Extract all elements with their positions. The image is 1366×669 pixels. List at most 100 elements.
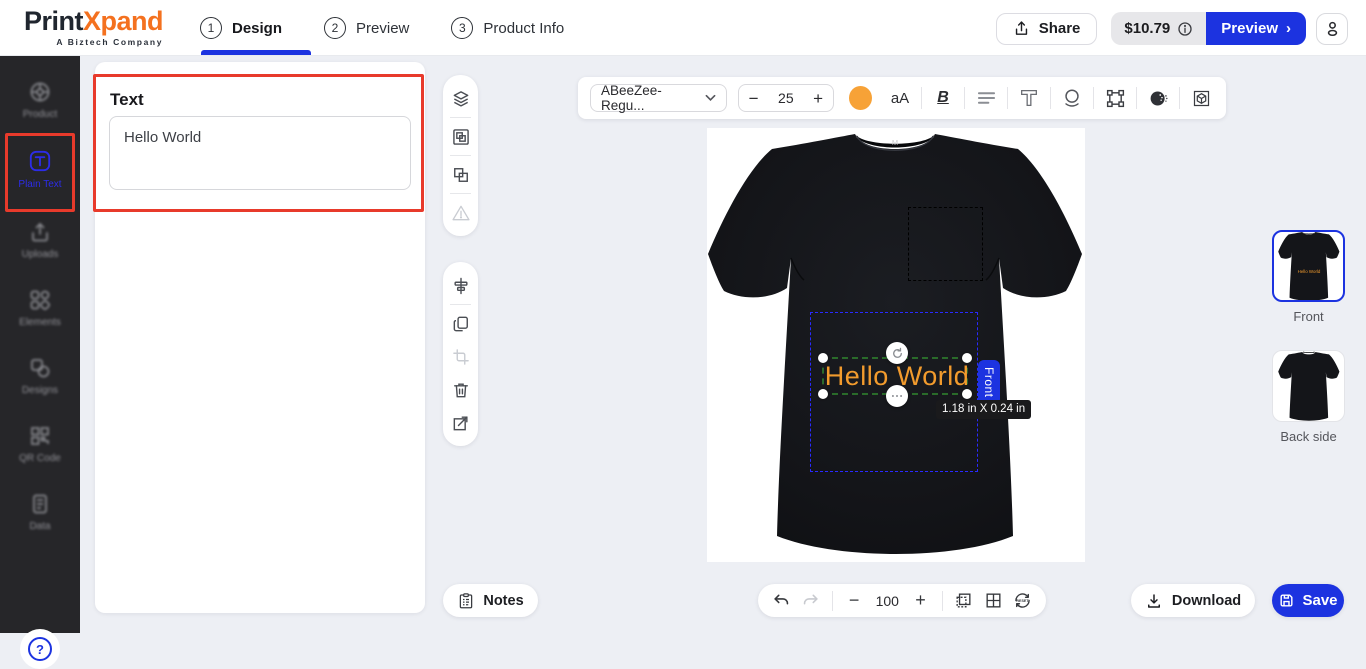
text-selection-box[interactable]: Hello World [818,342,972,407]
design-canvas[interactable]: M Front Hello World 1.18 in X 0.24 in [707,128,1085,562]
zoom-level: 100 [875,592,899,609]
text-panel: Text Hello World [95,62,425,613]
redo-button[interactable] [799,589,821,613]
designs-icon [28,356,52,380]
halftone-globe-icon [1148,88,1169,109]
back-side-thumbnail[interactable] [1272,350,1345,422]
grid-view-button[interactable] [982,589,1004,613]
sidebar-item-qr-code[interactable]: QR Code [0,424,80,464]
reset-canvas-button[interactable]: RESET [1012,589,1034,613]
copy-icon [451,314,471,334]
sidebar-item-label: Designs [21,385,59,396]
transform-button[interactable] [1102,85,1128,111]
logo-xpand: Xpand [83,6,164,36]
price-info-icon[interactable] [1177,21,1193,37]
active-step-underline [201,50,311,55]
align-center-button[interactable] [444,269,477,302]
help-button[interactable]: ? [20,629,60,669]
front-side-tab[interactable]: Front [978,360,1000,405]
undo-icon [774,594,788,605]
sidebar-item-data[interactable]: Data [0,492,80,532]
fit-to-screen-button[interactable] [953,589,975,613]
divider [921,87,922,109]
text-input[interactable]: Hello World [109,116,411,190]
step-design[interactable]: 1 Design [200,17,282,39]
ungroup-button[interactable] [444,158,477,191]
sidebar-item-product[interactable]: Product [0,80,80,120]
duplicate-button[interactable] [444,307,477,340]
divider [1179,87,1180,109]
ungroup-icon [451,165,471,185]
text-shadow-icon [1061,87,1083,109]
resize-button[interactable] [444,406,477,439]
download-button[interactable]: Download [1131,584,1255,617]
delete-button[interactable] [444,373,477,406]
resize-handle-bottom-right[interactable] [962,389,972,399]
plain-text-icon [27,148,53,174]
text-align-button[interactable] [973,85,999,111]
back-thumbnail-label: Back side [1280,429,1337,444]
price-chip: $10.79 [1111,12,1207,45]
sidebar-item-uploads[interactable]: Uploads [0,220,80,260]
share-button[interactable]: Share [995,12,1098,45]
save-button[interactable]: Save [1272,584,1344,617]
product-icon [28,80,52,104]
font-size-value: 25 [778,90,794,106]
header-actions: Share $10.79 Preview › [995,12,1348,45]
reset-icon: RESET [1015,593,1031,608]
question-icon: ? [28,637,52,661]
resize-handle-top-right[interactable] [962,353,972,363]
zoom-in-button[interactable]: + [909,589,931,613]
resize-handle-bottom-left[interactable] [818,389,828,399]
front-side-thumbnail[interactable]: Hello World [1272,230,1345,302]
texture-button[interactable] [1145,85,1171,111]
divider [450,155,471,156]
undo-button[interactable] [770,589,792,613]
thumbnail-design-text: Hello World [1297,269,1320,274]
sidebar-item-plain-text[interactable]: Plain Text [0,148,80,190]
divider [1050,87,1051,109]
step-product-info-number: 3 [451,17,474,39]
object-toolbar [443,262,478,446]
divider [831,590,833,611]
printxpand-logo: PrintXpand A Biztech Company [24,6,164,47]
bold-icon: B [937,89,949,106]
preview-button[interactable]: Preview › [1206,12,1306,45]
zoom-out-button[interactable]: − [843,589,865,613]
sidebar-item-designs[interactable]: Designs [0,356,80,396]
group-icon [451,127,471,147]
font-select[interactable]: ABeeZee-Regu... [590,83,727,113]
more-options-handle[interactable] [886,385,908,407]
account-button[interactable] [1316,12,1348,45]
layers-button[interactable] [444,82,477,115]
text-outline-button[interactable] [1016,85,1042,111]
letter-case-button[interactable]: aA [887,85,913,111]
resize-handle-top-left[interactable] [818,353,828,363]
font-size-decrease-button[interactable]: − [749,90,759,107]
pocket-print-area[interactable] [908,207,983,281]
text-color-swatch[interactable] [849,86,872,110]
3d-effect-button[interactable] [1188,85,1214,111]
notes-button[interactable]: Notes [443,584,538,617]
crop-button [444,340,477,373]
sidebar-item-label: Uploads [21,249,59,260]
sidebar-item-elements[interactable]: Elements [0,288,80,328]
bold-button[interactable]: B [930,85,956,111]
font-size-increase-button[interactable]: + [813,90,823,107]
redo-icon [803,594,818,605]
rotate-handle[interactable] [886,342,908,364]
transform-icon [1105,88,1126,109]
resize-icon [451,413,471,433]
share-icon [1013,20,1030,37]
text-panel-title: Text [110,90,144,109]
front-thumbnail-image: Hello World [1277,232,1339,300]
divider [941,590,943,611]
save-label: Save [1302,592,1338,609]
sidebar-item-label: QR Code [19,453,61,464]
text-shadow-button[interactable] [1059,85,1085,111]
design-studio: PrintXpand A Biztech Company 1 Design 2 … [0,0,1366,669]
divider [450,193,471,194]
group-button[interactable] [444,120,477,153]
step-preview[interactable]: 2 Preview [324,17,409,39]
step-product-info[interactable]: 3 Product Info [451,17,564,39]
